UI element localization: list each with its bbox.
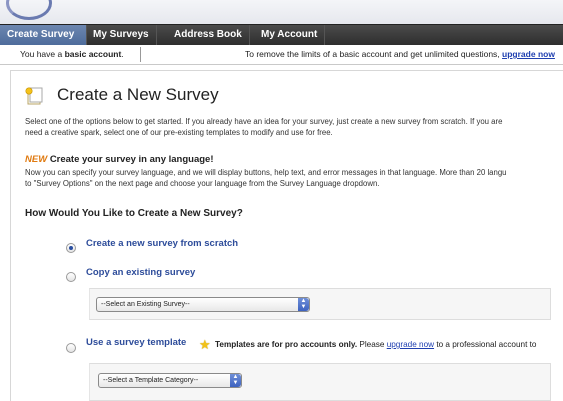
select-arrows-icon: ▲ ▼ [298,298,309,311]
option-label-copy-existing[interactable]: Copy an existing survey [86,267,195,278]
language-heading-text: Create your survey in any language! [49,154,214,165]
logo [6,0,52,20]
account-plan: basic account [64,49,122,59]
header-strip [0,0,563,24]
template-pro-note-bold: Templates are for pro accounts only. [215,340,358,349]
template-upgrade-link[interactable]: upgrade now [387,340,434,349]
language-line-1: Now you can specify your survey language… [25,168,507,177]
nav-tab-my-account[interactable]: My Account [254,25,326,45]
account-status-prefix: You have a [20,49,65,59]
template-note-pre: Please [357,340,387,349]
radio-use-template[interactable] [66,343,76,353]
divider [140,47,141,62]
template-note-post: to a professional account to [434,340,537,349]
radio-new-from-scratch[interactable] [66,243,76,253]
option-label-new-from-scratch[interactable]: Create a new survey from scratch [86,238,238,249]
template-panel: --Select a Template Category-- ▲ ▼ [89,363,551,401]
intro-line-1: Select one of the options below to get s… [25,117,503,126]
radio-copy-existing[interactable] [66,272,76,282]
upgrade-text: To remove the limits of a basic account … [245,49,500,59]
main-content: Create a New Survey Select one of the op… [10,70,563,401]
account-status: You have a basic account. [20,45,124,64]
template-pro-note: Templates are for pro accounts only. Ple… [215,340,536,349]
star-icon: ★ [199,337,211,352]
upgrade-message: To remove the limits of a basic account … [245,45,555,64]
language-line-2: to "Survey Options" on the next page and… [25,179,380,188]
template-category-select-value: --Select a Template Category-- [103,377,199,384]
select-arrows-icon: ▲ ▼ [230,374,241,387]
copy-survey-panel: --Select an Existing Survey-- ▲ ▼ [89,288,551,320]
account-info-bar: You have a basic account. To remove the … [0,45,563,65]
nav-tab-address-book[interactable]: Address Book [167,25,250,45]
new-badge: NEW [25,154,48,165]
upgrade-now-link[interactable]: upgrade now [502,49,555,59]
nav-tab-create-survey[interactable]: Create Survey [0,25,87,45]
section-heading: How Would You Like to Create a New Surve… [25,208,243,219]
intro-line-2: need a creative spark, select one of our… [25,128,333,137]
nav-tab-my-surveys[interactable]: My Surveys [86,25,157,45]
page-title: Create a New Survey [57,85,219,104]
language-heading: NEW Create your survey in any language! [25,154,213,165]
template-category-select[interactable]: --Select a Template Category-- ▲ ▼ [98,373,242,388]
option-label-use-template[interactable]: Use a survey template [86,337,186,348]
existing-survey-select-value: --Select an Existing Survey-- [101,301,190,308]
account-status-suffix: . [121,49,124,59]
main-nav: Create Survey My Surveys Address Book My… [0,24,563,45]
existing-survey-select[interactable]: --Select an Existing Survey-- ▲ ▼ [96,297,310,312]
new-document-icon [25,87,43,105]
